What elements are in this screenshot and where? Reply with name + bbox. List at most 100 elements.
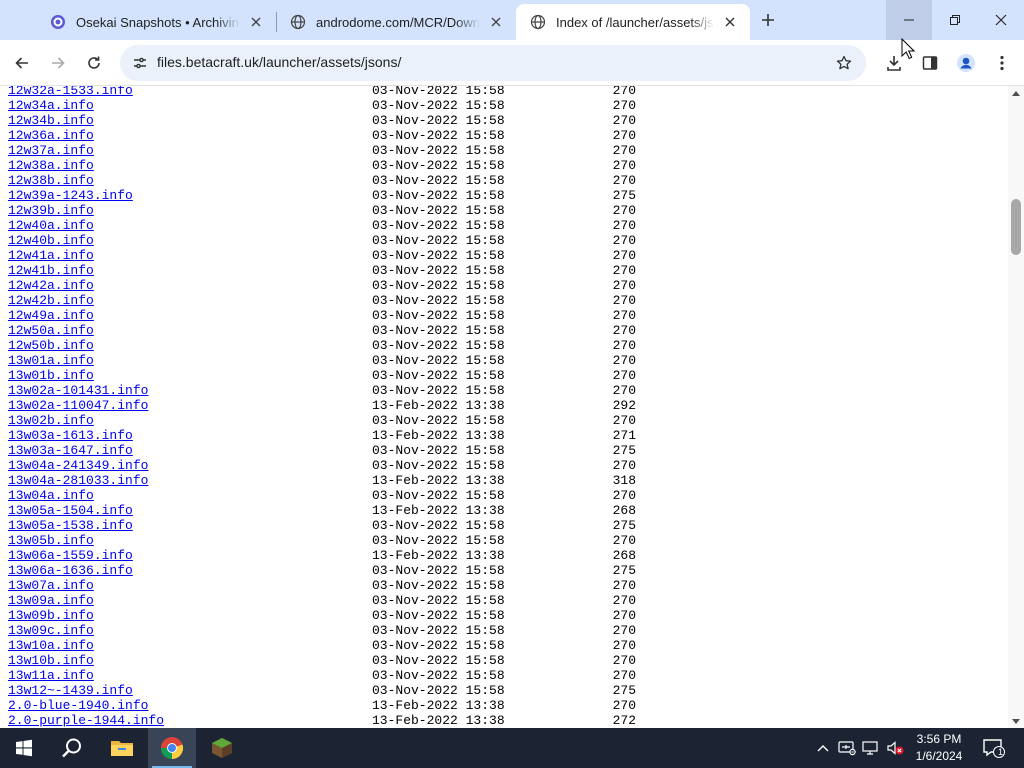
file-link[interactable]: 13w12~-1439.info [8,683,133,698]
file-link[interactable]: 13w11a.info [8,668,94,683]
tab-androdome[interactable]: androdome.com/MCR/Downlo [276,4,516,40]
file-link[interactable]: 12w34a.info [8,98,94,113]
minimize-window-button[interactable] [886,0,932,40]
scroll-up-arrow[interactable] [1008,86,1024,100]
taskbar-search-button[interactable] [48,728,96,768]
tab-title: androdome.com/MCR/Downlo [316,14,480,30]
file-size: 270 [612,413,636,428]
file-link[interactable]: 13w04a-241349.info [8,458,148,473]
listing-row: 12w32a-1533.info 03-Nov-2022 15:58 270 [8,86,1008,98]
chrome-taskbar-button[interactable] [148,728,196,768]
listing-row: 13w05a-1504.info 13-Feb-2022 13:38 268 [8,503,1008,518]
close-tab-icon[interactable] [720,12,740,32]
show-hidden-icons-button[interactable] [813,738,833,758]
file-date: 03-Nov-2022 15:58 [372,443,505,458]
tray-device-icon[interactable] [837,738,857,758]
file-size: 270 [612,323,636,338]
globe-icon [290,14,306,30]
profile-button[interactable] [952,49,980,77]
file-link[interactable]: 13w09c.info [8,623,94,638]
file-size: 270 [612,158,636,173]
file-link[interactable]: 12w37a.info [8,143,94,158]
file-link[interactable]: 13w01b.info [8,368,94,383]
bookmark-star-icon[interactable] [834,53,854,73]
file-link[interactable]: 13w01a.info [8,353,94,368]
file-link[interactable]: 13w04a.info [8,488,94,503]
file-date: 03-Nov-2022 15:58 [372,128,505,143]
file-explorer-button[interactable] [98,728,146,768]
file-link[interactable]: 2.0-purple-1944.info [8,713,164,728]
file-link[interactable]: 12w39b.info [8,203,94,218]
scrollbar-thumb[interactable] [1011,199,1021,255]
file-link[interactable]: 12w50a.info [8,323,94,338]
file-link[interactable]: 12w42a.info [8,278,94,293]
file-link[interactable]: 13w10a.info [8,638,94,653]
globe-icon [530,14,546,30]
network-icon[interactable] [861,738,881,758]
file-link[interactable]: 12w39a-1243.info [8,188,133,203]
file-link[interactable]: 13w10b.info [8,653,94,668]
file-link[interactable]: 12w40a.info [8,218,94,233]
file-link[interactable]: 13w05b.info [8,533,94,548]
file-link[interactable]: 13w05a-1538.info [8,518,133,533]
url-text[interactable]: files.betacraft.uk/launcher/assets/jsons… [157,54,401,70]
file-link[interactable]: 13w06a-1636.info [8,563,133,578]
file-size: 270 [612,263,636,278]
file-link[interactable]: 12w41b.info [8,263,94,278]
listing-row: 13w10a.info 03-Nov-2022 15:58 270 [8,638,1008,653]
file-link[interactable]: 13w02b.info [8,413,94,428]
minecraft-launcher-button[interactable] [198,728,246,768]
file-size: 275 [612,518,636,533]
file-link[interactable]: 13w09a.info [8,593,94,608]
file-link[interactable]: 13w07a.info [8,578,94,593]
address-bar[interactable]: files.betacraft.uk/launcher/assets/jsons… [120,45,866,81]
file-link[interactable]: 12w49a.info [8,308,94,323]
file-date: 13-Feb-2022 13:38 [372,713,505,728]
file-link[interactable]: 12w38b.info [8,173,94,188]
tab-osekai-snapshots[interactable]: Osekai Snapshots • Archiving o [36,4,276,40]
volume-muted-icon[interactable] [885,738,905,758]
restore-window-button[interactable] [932,0,978,40]
file-link[interactable]: 13w03a-1647.info [8,443,133,458]
notification-center-button[interactable]: 1 [980,736,1008,760]
file-link[interactable]: 12w50b.info [8,338,94,353]
file-link[interactable]: 12w34b.info [8,113,94,128]
file-link[interactable]: 12w32a-1533.info [8,86,133,98]
file-link[interactable]: 12w41a.info [8,248,94,263]
close-window-button[interactable] [978,0,1024,40]
tab-index-of-jsons[interactable]: Index of /launcher/assets/jsons [516,4,750,40]
back-button[interactable] [8,49,36,77]
scroll-down-arrow[interactable] [1008,714,1024,728]
file-link[interactable]: 13w02a-101431.info [8,383,148,398]
reload-icon [88,56,100,69]
side-panel-button[interactable] [916,49,944,77]
file-link[interactable]: 13w05a-1504.info [8,503,133,518]
file-link[interactable]: 13w04a-281033.info [8,473,148,488]
file-link[interactable]: 13w06a-1559.info [8,548,133,563]
close-tab-icon[interactable] [486,12,506,32]
start-button[interactable] [0,728,48,768]
listing-row: 13w09b.info 03-Nov-2022 15:58 270 [8,608,1008,623]
vertical-scrollbar[interactable] [1008,86,1024,728]
file-link[interactable]: 12w38a.info [8,158,94,173]
plus-icon [762,14,774,26]
downloads-button[interactable] [880,49,908,77]
file-link[interactable]: 12w42b.info [8,293,94,308]
new-tab-button[interactable] [756,8,780,32]
listing-row: 2.0-blue-1940.info 13-Feb-2022 13:38 270 [8,698,1008,713]
listing-row: 2.0-purple-1944.info 13-Feb-2022 13:38 272 [8,713,1008,728]
file-link[interactable]: 12w40b.info [8,233,94,248]
forward-button[interactable] [44,49,72,77]
file-link[interactable]: 13w02a-110047.info [8,398,148,413]
file-link[interactable]: 12w36a.info [8,128,94,143]
system-clock[interactable]: 3:56 PM 1/6/2024 [906,731,972,765]
file-link[interactable]: 13w09b.info [8,608,94,623]
file-date: 03-Nov-2022 15:58 [372,248,505,263]
browser-menu-button[interactable] [988,49,1016,77]
site-info-icon[interactable] [130,53,150,73]
arrow-right-icon [52,57,65,69]
close-tab-icon[interactable] [246,12,266,32]
reload-button[interactable] [80,49,108,77]
file-link[interactable]: 2.0-blue-1940.info [8,698,148,713]
file-link[interactable]: 13w03a-1613.info [8,428,133,443]
